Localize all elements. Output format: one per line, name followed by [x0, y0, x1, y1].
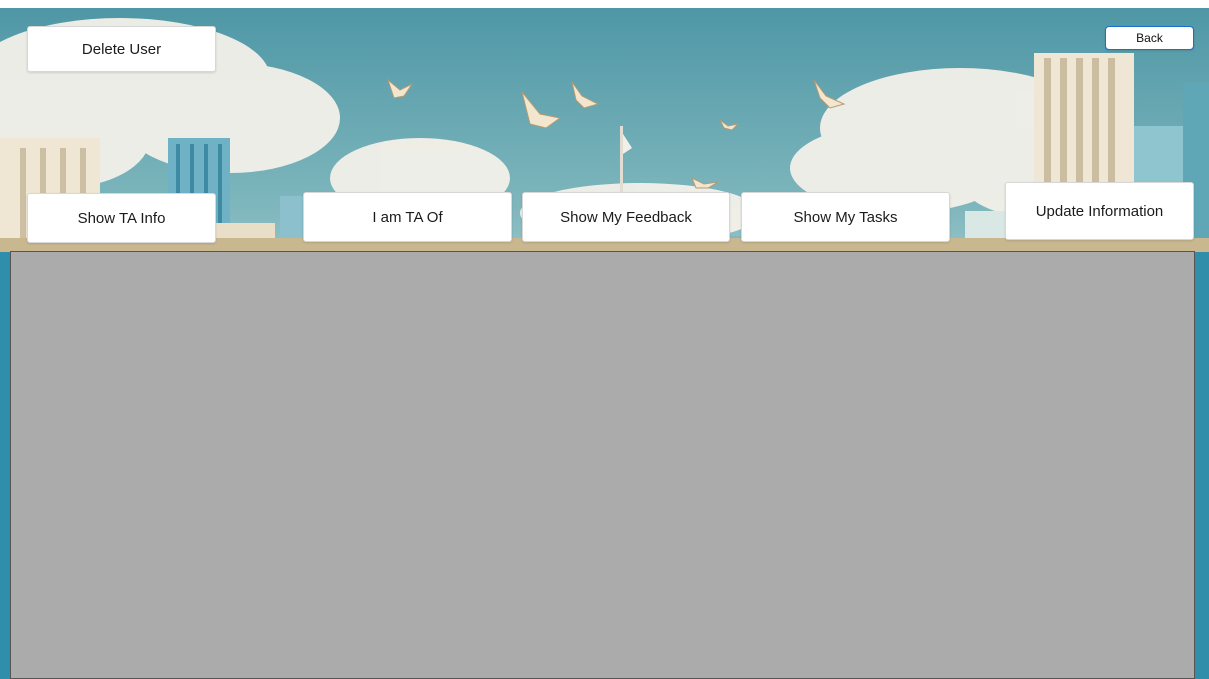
i-am-ta-of-button[interactable]: I am TA Of	[303, 192, 512, 242]
content-panel	[10, 251, 1195, 679]
app-window: Delete User Back Show TA Info I am TA Of…	[0, 8, 1209, 679]
delete-user-button[interactable]: Delete User	[27, 26, 216, 72]
show-my-feedback-button[interactable]: Show My Feedback	[522, 192, 730, 242]
show-ta-info-button[interactable]: Show TA Info	[27, 193, 216, 243]
show-my-tasks-button[interactable]: Show My Tasks	[741, 192, 950, 242]
update-information-button[interactable]: Update Information	[1005, 182, 1194, 240]
back-button[interactable]: Back	[1105, 26, 1194, 50]
